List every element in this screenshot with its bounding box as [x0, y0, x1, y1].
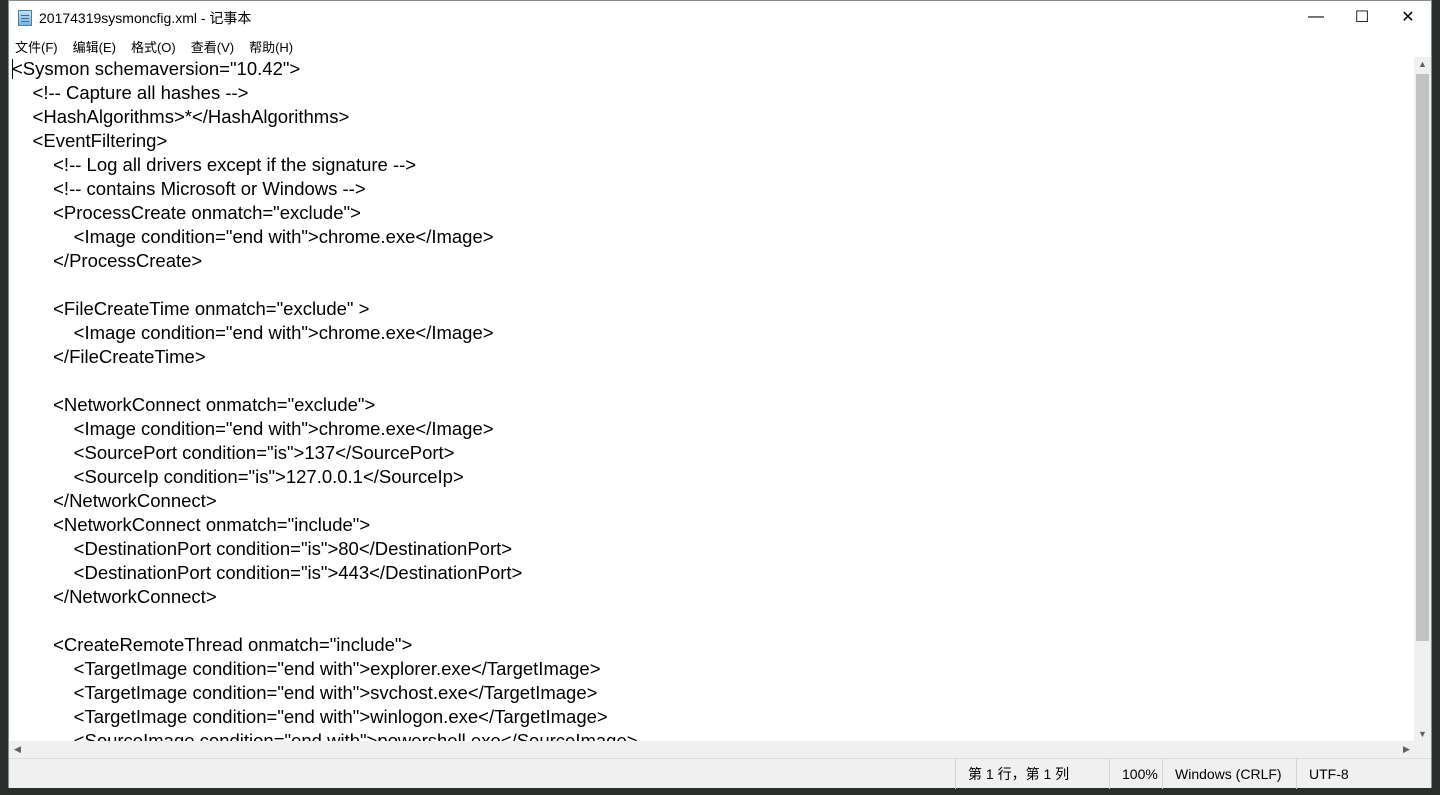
encoding: UTF-8: [1296, 759, 1349, 789]
menu-bar: 文件(F) 编辑(E) 格式(O) 查看(V) 帮助(H): [9, 35, 1431, 57]
menu-edit[interactable]: 编辑(E): [73, 37, 116, 56]
status-bar: 第 1 行，第 1 列 100% Windows (CRLF) UTF-8: [9, 758, 1431, 789]
menu-view[interactable]: 查看(V): [191, 37, 234, 56]
scrollbar-corner: [1414, 741, 1431, 758]
scroll-down-icon[interactable]: ▼: [1414, 729, 1431, 739]
zoom-level: 100%: [1109, 759, 1158, 789]
editor-content[interactable]: <Sysmon schemaversion="10.42"> <!-- Capt…: [9, 57, 1415, 741]
scroll-right-icon[interactable]: ▶: [1398, 744, 1415, 755]
text-editor[interactable]: <Sysmon schemaversion="10.42"> <!-- Capt…: [9, 57, 1415, 741]
menu-file[interactable]: 文件(F): [15, 37, 58, 56]
vertical-scrollbar[interactable]: ▲ ▼: [1414, 57, 1431, 741]
menu-format[interactable]: 格式(O): [131, 37, 176, 56]
cursor-position: 第 1 行，第 1 列: [955, 759, 1069, 789]
scroll-up-icon[interactable]: ▲: [1414, 59, 1431, 69]
scroll-left-icon[interactable]: ◀: [9, 744, 26, 755]
menu-help[interactable]: 帮助(H): [249, 37, 293, 56]
notepad-window: 20174319sysmoncfig.xml - 记事本 — ☐ ✕ 文件(F)…: [8, 0, 1432, 789]
window-title: 20174319sysmoncfig.xml - 记事本: [39, 10, 252, 26]
horizontal-scrollbar[interactable]: ◀ ▶: [9, 741, 1415, 758]
close-button[interactable]: ✕: [1385, 1, 1431, 33]
maximize-button[interactable]: ☐: [1339, 1, 1385, 33]
title-bar: 20174319sysmoncfig.xml - 记事本 — ☐ ✕: [9, 1, 1431, 35]
line-ending: Windows (CRLF): [1162, 759, 1282, 789]
text-caret: [12, 59, 13, 79]
notepad-icon: [18, 10, 32, 26]
minimize-button[interactable]: —: [1293, 1, 1339, 33]
vertical-scroll-thumb[interactable]: [1416, 74, 1429, 641]
